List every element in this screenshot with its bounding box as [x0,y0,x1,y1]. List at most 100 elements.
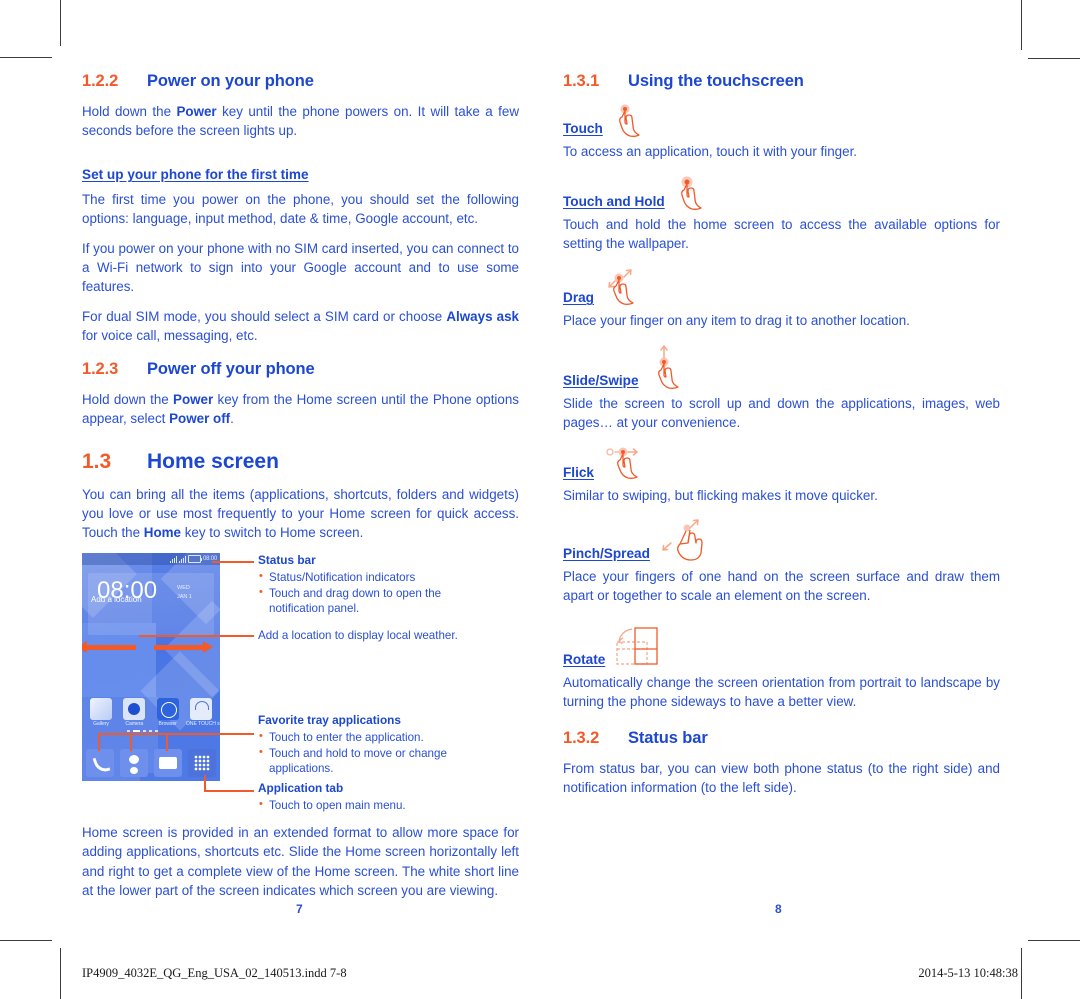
favorite-tray [86,749,216,778]
bold-power-off: Power off [169,411,231,427]
right-page-column: 1.3.1 Using the touchscreen Touch To acc… [563,72,1000,797]
text-fragment: Hold down the [82,104,177,119]
callout-bracket-vertical-mid [130,733,132,752]
page-dot [155,730,158,733]
callout-leader-app-tab [204,790,254,793]
gesture-label: Flick [563,465,594,481]
slide-swipe-hand-icon [649,344,693,392]
clock-weather-widget[interactable]: 08:00 WED JAN 1 [88,573,214,636]
app-drawer-icon[interactable] [188,749,216,778]
heading-title: Status bar [628,729,708,748]
gesture-flick: Flick [563,446,1000,480]
heading-number: 1.2.3 [82,360,119,379]
crop-mark-bottom-left-horizontal [0,940,52,941]
rotate-screen-icon [615,625,671,667]
callout-leader-add-location [139,635,254,638]
battery-icon [187,555,202,564]
touch-and-hold-hand-icon [675,175,715,213]
heading-using-the-touchscreen: 1.3.1 Using the touchscreen [563,72,1000,91]
contacts-icon[interactable] [120,749,148,778]
add-location-label[interactable]: Add a location [91,595,142,604]
callout-leader-status-bar [212,561,254,564]
left-page-column: 1.2.2 Power on your phone Hold down the … [82,72,519,900]
gesture-touch-and-hold: Touch and Hold [563,175,1000,211]
heading-title: Power off your phone [147,360,315,379]
gesture-label: Slide/Swipe [563,373,639,389]
document-page: 1.2.2 Power on your phone Hold down the … [0,0,1080,999]
gesture-description-touch-and-hold: Touch and hold the home screen to access… [563,217,1000,252]
heading-number: 1.3.1 [563,72,600,90]
page-dot [149,730,152,733]
swipe-left-arrow-icon [82,641,136,654]
page-dot [143,730,146,733]
heading-title: Home screen [147,450,279,474]
gallery-icon [90,698,112,721]
paragraph-first-time-options: The first time you power on the phone, y… [82,192,519,227]
phone-mockup: 08:00 08:00 WED JAN 1 Add a location Gal… [82,553,220,782]
crop-mark-top-left-vertical [60,0,61,46]
app-store[interactable]: ONE TOUCH store [186,698,220,728]
paragraph-power-off: Hold down the Power key from the Home sc… [82,390,519,428]
gesture-label: Touch [563,121,603,136]
callout-bracket-vertical-right [166,733,168,752]
drag-hand-icon [604,267,648,309]
text-fragment: for voice call, messaging, etc. [82,328,258,344]
gesture-description-rotate: Automatically change the screen orientat… [563,675,1000,710]
page-number-left: 7 [296,902,303,916]
widget-weekday: WED [177,585,190,592]
callout-status-bar: Status bar Status/Notification indicator… [258,553,448,616]
messaging-icon[interactable] [154,749,182,778]
paragraph-no-sim-card: If you power on your phone with no SIM c… [82,241,519,295]
gesture-description-flick: Similar to swiping, but flicking makes i… [563,488,878,504]
page-number-right: 8 [775,902,782,916]
paragraph-status-bar: From status bar, you can view both phone… [563,761,1000,796]
callout-title: Favorite tray applications [258,713,401,728]
paragraph-home-screen-intro: You can bring all the items (application… [82,485,519,542]
app-label: Gallery [93,721,109,728]
paragraph-power-on-intro: Hold down the Power key until the phone … [82,102,519,140]
page-dot [127,730,130,733]
gesture-touch: Touch [563,102,1000,137]
store-icon [189,698,212,721]
gesture-label: Rotate [563,652,606,668]
gesture-description-touch: To access an application, touch it with … [563,144,858,159]
crop-mark-bottom-right-horizontal [1028,940,1080,941]
bold-power: Power [176,104,217,119]
callout-favorite-tray: Favorite tray applications Touch to ente… [258,713,458,776]
gesture-description-slide-swipe: Slide the screen to scroll up and down t… [563,396,1000,431]
crop-mark-bottom-right-vertical [1021,948,1022,999]
bold-always-ask: Always ask [446,309,519,325]
app-label: Browser [158,721,177,728]
gesture-label: Touch and Hold [563,194,665,210]
callout-leader-favorite-tray [220,733,254,736]
app-camera[interactable]: Camera [119,698,149,728]
app-gallery[interactable]: Gallery [86,698,116,728]
flick-hand-icon [604,446,652,484]
text-fragment: key to switch to Home screen. [181,525,364,541]
gesture-label: Pinch/Spread [563,546,650,562]
gesture-drag: Drag [563,267,1000,305]
callout-bullet: Touch and hold to move or change applica… [258,745,458,777]
callout-application-tab: Application tab Touch to open main menu. [258,781,458,813]
text-fragment: For dual SIM mode, you should select a S… [82,309,447,325]
heading-number: 1.2.2 [82,72,119,90]
heading-home-screen: 1.3 Home screen [82,450,519,474]
subheading-set-up-first-time: Set up your phone for the first time [82,167,309,183]
heading-title: Using the touchscreen [628,72,804,90]
callout-title: Application tab [258,781,344,796]
gesture-rotate: Rotate [563,625,1000,667]
callout-bracket-horizontal [98,733,220,736]
heading-number: 1.3.2 [563,729,600,748]
heading-title: Power on your phone [147,72,314,90]
page-dot-active [133,730,140,733]
callout-bullet-list: Touch to open main menu. [258,797,458,814]
app-browser[interactable]: Browser [153,698,183,728]
callout-bullet-list: Status/Notification indicators Touch and… [258,569,448,617]
callout-text: Add a location to display local weather. [258,629,458,643]
heading-number: 1.3 [82,450,112,474]
callout-bracket-vertical-left [98,733,100,752]
phone-icon[interactable] [86,749,114,778]
text-fragment: . [230,411,234,427]
callout-add-location: Add a location to display local weather. [258,628,508,644]
touch-hand-icon [613,102,653,140]
